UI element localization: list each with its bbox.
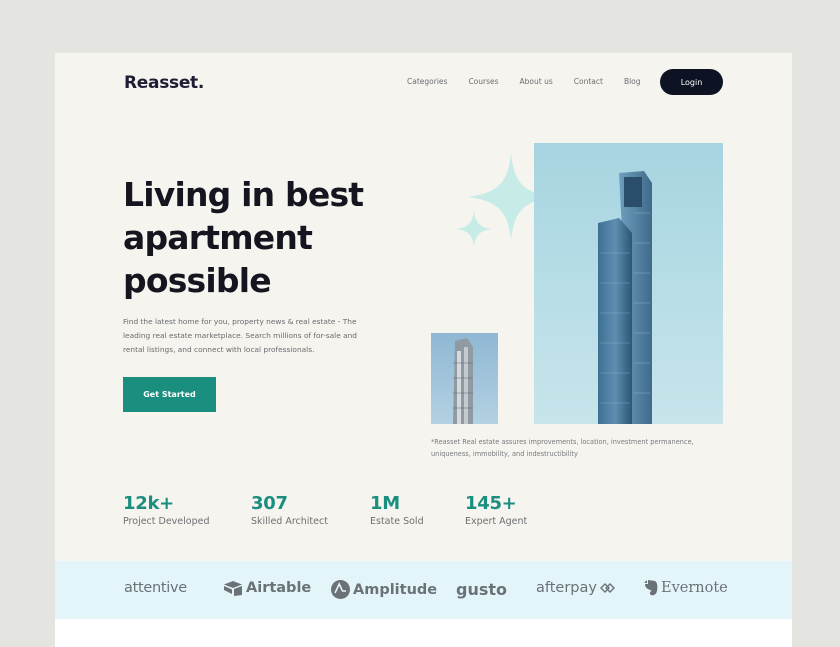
hero-title-line: Living in best bbox=[123, 175, 364, 214]
skyscraper-illustration bbox=[598, 171, 652, 424]
stat-label: Estate Sold bbox=[370, 516, 424, 527]
evernote-icon bbox=[644, 580, 658, 596]
stat-value: 307 bbox=[251, 493, 288, 514]
stat-value: 145+ bbox=[465, 493, 517, 514]
hero-description: Find the latest home for you, property n… bbox=[123, 315, 385, 357]
nav-courses[interactable]: Courses bbox=[468, 77, 498, 86]
airtable-icon bbox=[224, 580, 242, 596]
partner-logos-strip: attentive Airtable Amplitude gusto after… bbox=[55, 561, 792, 619]
main-nav: Categories Courses About us Contact Blog bbox=[407, 77, 641, 86]
hero-description-line: Find the latest home for you, property n… bbox=[123, 317, 357, 326]
hero-description-line: leading real estate marketplace. Search … bbox=[123, 331, 358, 340]
stat-value: 1M bbox=[370, 493, 400, 514]
brand-afterpay: afterpay bbox=[536, 580, 615, 596]
brand-attentive: attentive bbox=[124, 580, 187, 596]
nav-blog[interactable]: Blog bbox=[624, 77, 641, 86]
landing-page: Reasset. Categories Courses About us Con… bbox=[55, 53, 792, 647]
nav-contact[interactable]: Contact bbox=[574, 77, 603, 86]
logo[interactable]: Reasset. bbox=[124, 73, 204, 93]
brand-amplitude: Amplitude bbox=[331, 580, 437, 599]
next-section bbox=[55, 619, 792, 647]
brand-name: gusto bbox=[456, 580, 508, 599]
amplitude-icon bbox=[331, 580, 350, 599]
hero-title-line: possible bbox=[123, 261, 272, 300]
stat-item: 145+ Expert Agent bbox=[465, 493, 527, 527]
stat-item: 307 Skilled Architect bbox=[251, 493, 328, 527]
brand-name: afterpay bbox=[536, 580, 597, 596]
get-started-button[interactable]: Get Started bbox=[123, 377, 216, 412]
sparkle-small-icon bbox=[456, 211, 492, 247]
tower-photo-large bbox=[534, 143, 723, 424]
brand-gusto: gusto bbox=[456, 580, 507, 599]
brand-name: Airtable bbox=[246, 580, 312, 596]
stat-label: Skilled Architect bbox=[251, 516, 328, 527]
stat-item: 1M Estate Sold bbox=[370, 493, 424, 527]
nav-categories[interactable]: Categories bbox=[407, 77, 447, 86]
brand-name: attentive bbox=[124, 580, 187, 596]
photo-caption-line: uniqueness, immobility, and indestructib… bbox=[431, 450, 578, 458]
hero-description-line: rental listings, and connect with local … bbox=[123, 345, 315, 354]
brand-airtable: Airtable bbox=[224, 580, 311, 596]
brand-name: Amplitude bbox=[353, 581, 438, 598]
hero-title-line: apartment bbox=[123, 218, 313, 257]
photo-caption: *Reasset Real estate assures improvement… bbox=[431, 436, 731, 460]
stat-item: 12k+ Project Developed bbox=[123, 493, 210, 527]
stat-value: 12k+ bbox=[123, 493, 174, 514]
tower-photo-small bbox=[431, 333, 498, 424]
stat-label: Project Developed bbox=[123, 516, 210, 527]
stat-label: Expert Agent bbox=[465, 516, 528, 527]
nav-about-us[interactable]: About us bbox=[520, 77, 553, 86]
brand-evernote: Evernote bbox=[644, 580, 728, 596]
photo-caption-line: *Reasset Real estate assures improvement… bbox=[431, 438, 694, 446]
afterpay-icon bbox=[599, 583, 615, 593]
tower-illustration bbox=[453, 338, 473, 424]
login-button[interactable]: Login bbox=[660, 69, 723, 95]
brand-name: Evernote bbox=[661, 580, 728, 596]
hero-title: Living in best apartment possible bbox=[123, 173, 383, 302]
